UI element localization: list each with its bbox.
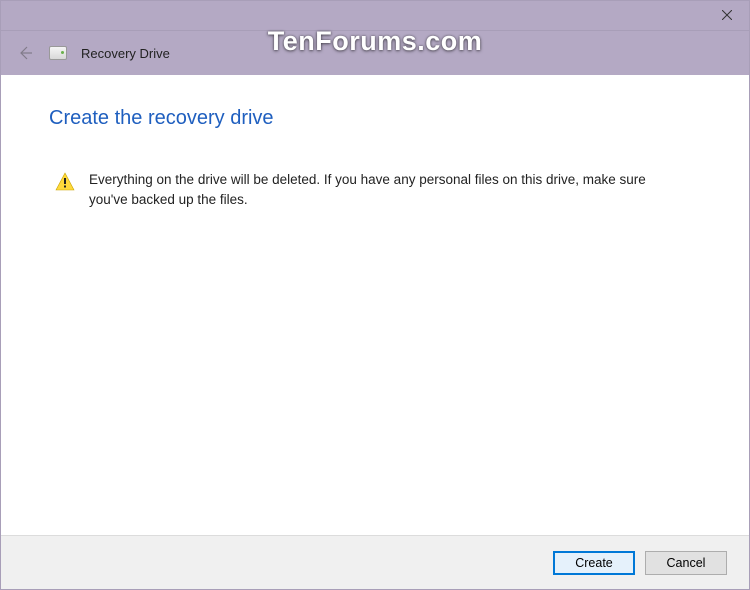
wizard-footer: Create Cancel xyxy=(1,535,749,589)
create-button[interactable]: Create xyxy=(553,551,635,575)
close-button[interactable] xyxy=(704,1,749,29)
recovery-drive-window: Recovery Drive Create the recovery drive… xyxy=(0,0,750,590)
warning-icon xyxy=(55,172,75,197)
drive-icon xyxy=(49,46,67,60)
back-button[interactable] xyxy=(15,43,35,63)
cancel-button[interactable]: Cancel xyxy=(645,551,727,575)
warning-text: Everything on the drive will be deleted.… xyxy=(89,170,659,209)
page-title: Create the recovery drive xyxy=(49,107,701,130)
wizard-content: Create the recovery drive Everything on … xyxy=(1,75,749,535)
titlebar xyxy=(1,1,749,31)
wizard-title: Recovery Drive xyxy=(81,46,170,61)
close-icon xyxy=(722,10,732,20)
wizard-header: Recovery Drive xyxy=(1,31,749,75)
warning-message: Everything on the drive will be deleted.… xyxy=(49,170,701,209)
back-arrow-icon xyxy=(17,45,33,61)
